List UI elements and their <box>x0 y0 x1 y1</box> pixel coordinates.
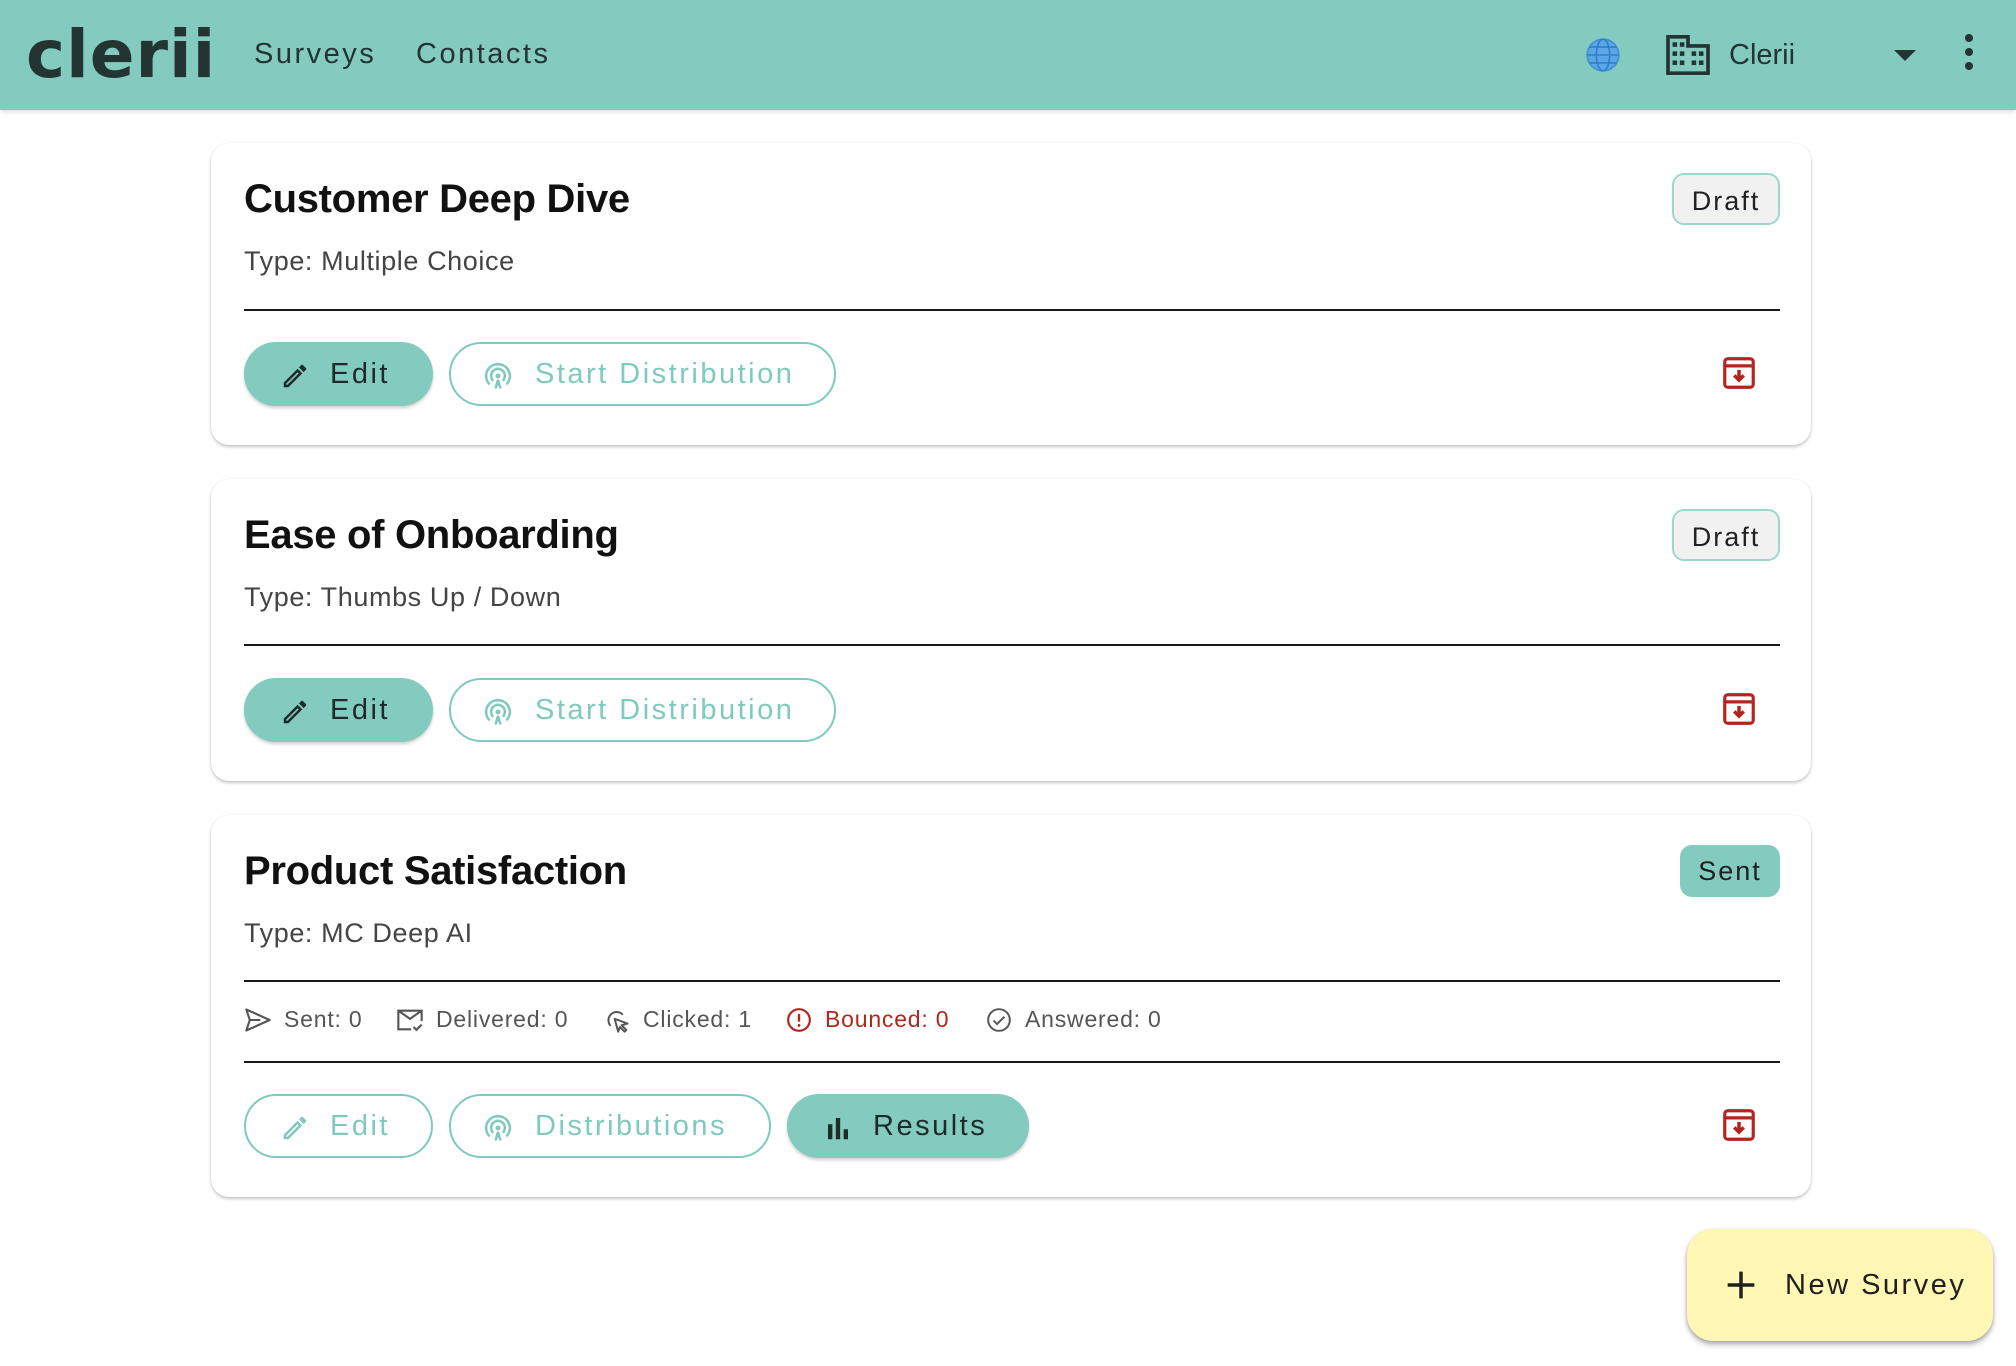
app-logo[interactable]: clerii <box>26 12 216 97</box>
edit-button[interactable]: Edit <box>244 1094 433 1158</box>
survey-card: Product Satisfaction Type: MC Deep AI Se… <box>211 815 1811 1197</box>
cursor-click-icon <box>607 1011 629 1033</box>
new-survey-label: New Survey <box>1785 1269 1967 1301</box>
start-distribution-button[interactable]: Start Distribution <box>449 342 836 406</box>
plus-icon <box>1727 1271 1755 1299</box>
distributions-button[interactable]: Distributions <box>449 1094 771 1158</box>
pencil-icon <box>283 700 307 724</box>
check-circle-icon <box>987 1008 1011 1032</box>
divider <box>244 644 1780 646</box>
chevron-down-icon[interactable] <box>1894 50 1916 61</box>
globe-icon[interactable] <box>1584 36 1622 74</box>
survey-card: Customer Deep Dive Type: Multiple Choice… <box>211 143 1811 445</box>
survey-card: Ease of Onboarding Type: Thumbs Up / Dow… <box>211 479 1811 781</box>
edit-button[interactable]: Edit <box>244 342 433 406</box>
error-icon <box>787 1008 811 1032</box>
start-distribution-button[interactable]: Start Distribution <box>449 678 836 742</box>
survey-type: Type: Thumbs Up / Down <box>244 582 562 612</box>
broadcast-icon <box>484 362 512 389</box>
status-badge: Draft <box>1672 509 1780 561</box>
more-vert-icon[interactable] <box>1960 34 1978 74</box>
pencil-icon <box>283 1116 307 1140</box>
survey-type: Type: Multiple Choice <box>244 246 515 276</box>
results-button[interactable]: Results <box>787 1094 1029 1158</box>
divider <box>244 1061 1780 1063</box>
top-app-bar: clerii Surveys Contacts Clerii <box>0 0 2016 110</box>
status-badge: Draft <box>1672 173 1780 225</box>
mail-check-icon <box>397 1009 423 1032</box>
send-icon <box>245 1008 271 1032</box>
survey-type: Type: MC Deep AI <box>244 918 473 948</box>
results-label: Results <box>873 1110 988 1142</box>
nav-contacts[interactable]: Contacts <box>416 32 550 76</box>
edit-button-label: Edit <box>330 1110 390 1142</box>
edit-button-label: Edit <box>330 694 390 726</box>
survey-title: Ease of Onboarding <box>244 513 619 557</box>
broadcast-icon <box>484 1114 512 1141</box>
divider <box>244 309 1780 311</box>
divider <box>244 980 1780 982</box>
start-distribution-label: Start Distribution <box>535 358 795 390</box>
archive-icon[interactable] <box>1720 354 1758 392</box>
broadcast-icon <box>484 698 512 725</box>
archive-icon[interactable] <box>1720 1106 1758 1144</box>
survey-title: Customer Deep Dive <box>244 177 630 221</box>
survey-title: Product Satisfaction <box>244 849 627 893</box>
building-icon <box>1666 35 1710 75</box>
edit-button-label: Edit <box>330 358 390 390</box>
start-distribution-label: Start Distribution <box>535 694 795 726</box>
status-badge: Sent <box>1680 845 1780 897</box>
nav-surveys[interactable]: Surveys <box>254 32 376 76</box>
organization-name[interactable]: Clerii <box>1729 34 1795 76</box>
archive-icon[interactable] <box>1720 690 1758 728</box>
new-survey-button[interactable]: New Survey <box>1687 1229 1993 1341</box>
edit-button[interactable]: Edit <box>244 678 433 742</box>
distributions-label: Distributions <box>535 1110 728 1142</box>
pencil-icon <box>283 364 307 388</box>
bar-chart-icon <box>828 1118 848 1140</box>
